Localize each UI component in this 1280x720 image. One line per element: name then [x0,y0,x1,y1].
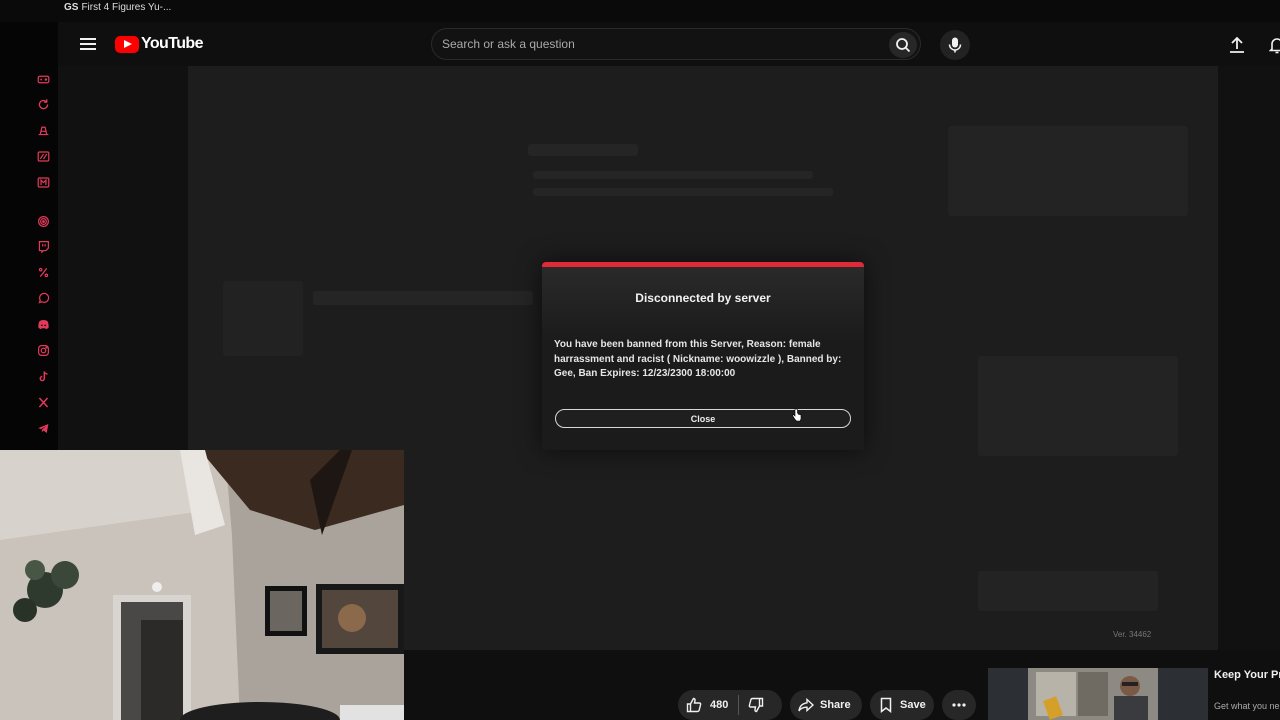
like-button[interactable]: 480 [678,690,728,720]
notifications-button[interactable] [1266,34,1280,56]
save-button[interactable]: Save [870,690,934,720]
webcam-overlay [0,450,404,720]
search-input[interactable] [442,29,882,59]
search-button[interactable] [889,32,917,58]
target-icon[interactable] [36,214,50,228]
search-box [431,28,921,60]
background-blur [223,281,303,356]
save-label: Save [900,699,926,711]
background-blur [533,171,813,179]
thumbs-down-icon [749,697,764,713]
tab-title[interactable]: GS First 4 Figures Yu-... [64,2,171,13]
disconnect-dialog: Disconnected by server You have been ban… [542,262,864,450]
dislike-button[interactable] [739,690,773,720]
bell-icon [1269,38,1280,54]
dialog-title: Disconnected by server [635,291,771,305]
version-label: Ver. 34462 [1113,630,1152,639]
tiktok-icon[interactable] [36,369,50,383]
hat-icon[interactable] [36,123,50,137]
logo-text: YouTube [141,35,203,52]
share-icon [798,697,814,713]
refresh-icon[interactable] [36,97,50,111]
more-horizontal-icon [952,703,966,707]
tab-title-text: First 4 Figures Yu-... [81,2,172,13]
close-button[interactable]: Close [555,409,851,428]
voice-search-button[interactable] [940,30,970,60]
discord-icon[interactable] [36,317,50,331]
tab-prefix: GS [64,2,79,13]
like-count: 480 [710,699,729,711]
webcam-room-image [0,450,404,720]
background-blur [978,571,1158,611]
youtube-header: YouTube [58,22,1280,66]
background-blur [313,291,533,305]
dialog-message: You have been banned from this Server, R… [554,339,842,379]
ad-subtitle: Get what you ne Grainger with ea [1214,701,1280,711]
m-box-icon[interactable] [36,175,50,189]
hamburger-icon [80,38,96,50]
share-button[interactable]: Share [790,690,862,720]
telegram-icon[interactable] [36,421,50,435]
instagram-icon[interactable] [36,343,50,357]
ad-thumbnail[interactable] [988,668,1208,720]
menu-button[interactable] [76,32,100,56]
background-blur [528,144,638,156]
microphone-icon [948,37,962,53]
percent-icon[interactable] [36,265,50,279]
ad-thumbnail-image [988,668,1208,720]
gamepad-icon[interactable] [36,72,50,86]
twitch-icon[interactable] [36,239,50,253]
more-actions-button[interactable] [942,690,976,720]
mouse-cursor-icon [792,408,802,422]
youtube-play-icon [115,35,139,53]
thumbs-up-icon [686,697,702,713]
whatsapp-icon[interactable] [36,291,50,305]
slash-box-icon[interactable] [36,149,50,163]
upload-icon [1230,36,1244,53]
share-label: Share [820,699,851,711]
x-icon[interactable] [36,395,50,409]
upload-button[interactable] [1226,34,1248,56]
ad-title[interactable]: Keep Your Pro Moving Forwa [1214,668,1280,682]
background-blur [533,188,833,196]
youtube-logo[interactable]: YouTube [115,34,203,54]
background-blur [978,356,1178,456]
background-blur [948,126,1188,216]
social-icon-rail [0,22,58,450]
bookmark-icon [880,697,892,713]
window-top-strip: GS First 4 Figures Yu-... [0,0,1280,22]
like-dislike-group: 480 [678,690,782,720]
search-icon [896,38,911,53]
